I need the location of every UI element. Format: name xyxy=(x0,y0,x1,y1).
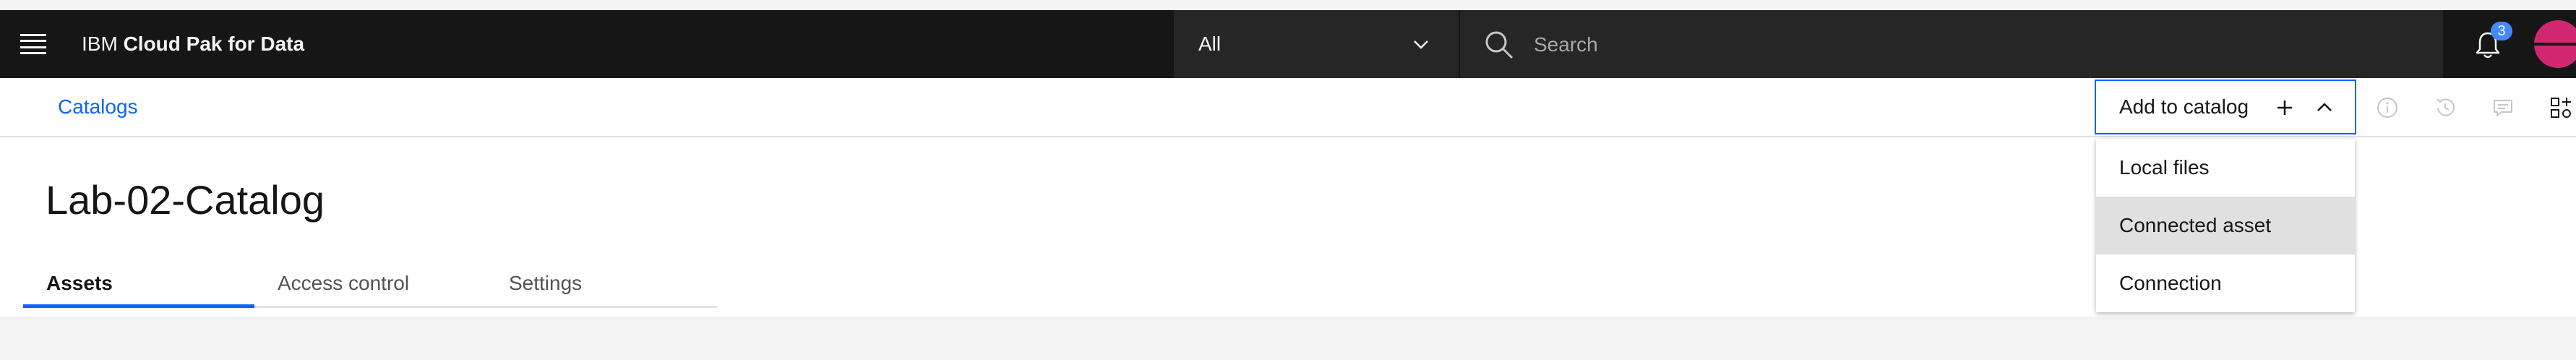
apps-icon[interactable] xyxy=(2549,95,2573,120)
menu-item-connection[interactable]: Connection xyxy=(2096,254,2355,312)
top-strip xyxy=(0,0,2576,10)
scope-dropdown[interactable]: All xyxy=(1174,10,1459,78)
plus-icon xyxy=(2277,100,2292,115)
user-menu-button[interactable] xyxy=(2523,10,2576,78)
add-to-catalog-label: Add to catalog xyxy=(2119,95,2249,118)
brand-title[interactable]: IBM Cloud Pak for Data xyxy=(82,10,304,78)
menu-item-local-files[interactable]: Local files xyxy=(2096,139,2355,197)
avatar xyxy=(2534,20,2576,68)
info-icon[interactable] xyxy=(2375,95,2400,120)
breadcrumb-bar: Catalogs Add to catalog xyxy=(0,78,2576,137)
notifications-button[interactable]: 3 xyxy=(2455,10,2523,78)
comment-icon[interactable] xyxy=(2491,95,2515,120)
chevron-up-icon xyxy=(2317,103,2332,111)
chevron-down-icon xyxy=(1414,40,1428,49)
notification-badge: 3 xyxy=(2491,22,2512,40)
page-title: Lab-02-Catalog xyxy=(46,177,325,223)
tab-access-control[interactable]: Access control xyxy=(254,263,486,308)
brand-prefix: IBM xyxy=(82,33,118,55)
add-to-catalog-button[interactable]: Add to catalog xyxy=(2095,80,2356,134)
scope-value: All xyxy=(1198,33,1222,55)
breadcrumb-catalogs[interactable]: Catalogs xyxy=(58,78,138,136)
menu-item-connected-asset[interactable]: Connected asset xyxy=(2096,197,2355,254)
hamburger-icon[interactable] xyxy=(20,34,46,54)
tab-settings[interactable]: Settings xyxy=(486,263,717,308)
brand-name: Cloud Pak for Data xyxy=(123,33,305,55)
top-header: IBM Cloud Pak for Data All 3 xyxy=(0,10,2576,78)
tab-assets[interactable]: Assets xyxy=(23,263,254,308)
search-bar xyxy=(1460,10,2443,78)
search-icon xyxy=(1485,31,1514,59)
history-icon[interactable] xyxy=(2433,95,2457,120)
search-input[interactable] xyxy=(1532,26,2403,64)
add-to-catalog-menu: Local files Connected asset Connection xyxy=(2096,139,2355,312)
